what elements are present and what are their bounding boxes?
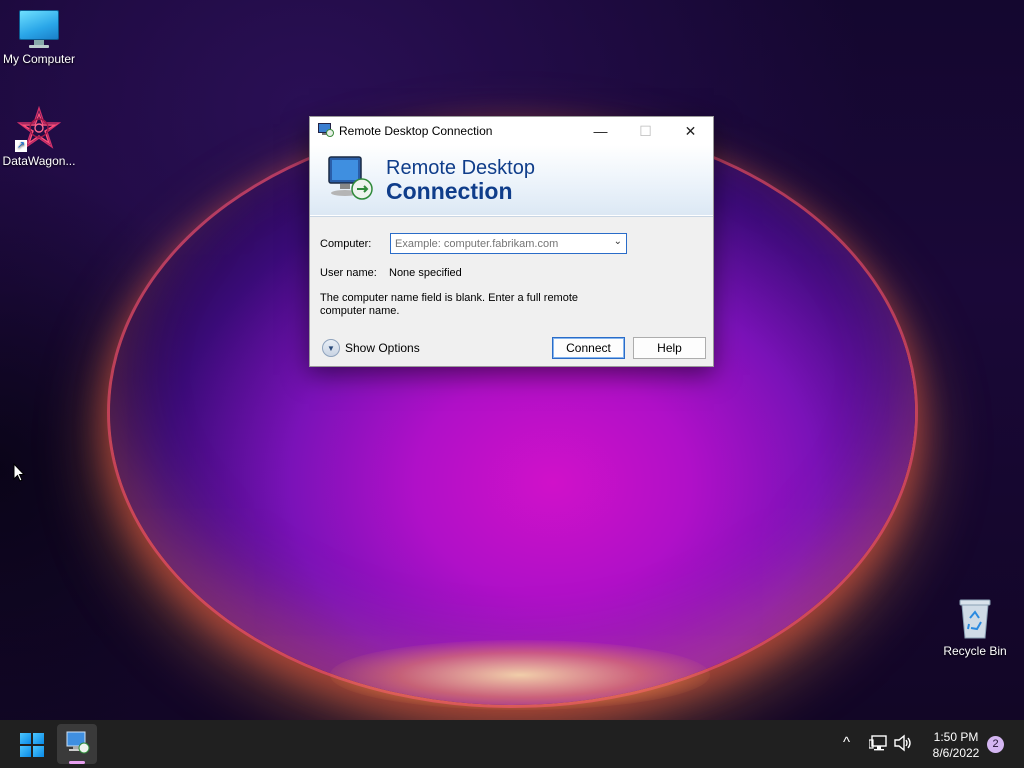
taskbar-app-remote-desktop[interactable] <box>57 724 97 764</box>
title-bar[interactable]: Remote Desktop Connection — ☐ ✕ <box>310 117 713 145</box>
clock-time: 1:50 PM <box>933 730 979 744</box>
recycle-bin-icon <box>957 598 993 640</box>
start-button[interactable] <box>20 733 44 757</box>
volume-icon[interactable] <box>893 734 913 756</box>
desktop-icon-datawagon[interactable]: ↗ DataWagon... <box>0 105 79 168</box>
computer-input[interactable] <box>393 235 607 252</box>
monitor-icon <box>19 10 59 48</box>
remote-desktop-icon <box>318 123 334 137</box>
banner-line-2: Connection <box>386 178 513 204</box>
computer-label: Computer: <box>320 238 372 250</box>
banner: Remote Desktop Connection <box>310 145 713 217</box>
remote-desktop-icon <box>66 731 90 754</box>
taskbar: ^ 1:50 PM 8/6/2022 2 <box>0 720 1024 768</box>
expand-options-icon[interactable]: ▼ <box>322 339 340 357</box>
notification-badge[interactable]: 2 <box>987 736 1004 753</box>
close-button[interactable]: ✕ <box>668 117 713 145</box>
minimize-button[interactable]: — <box>578 117 623 145</box>
desktop-icon-label: DataWagon... <box>2 154 76 168</box>
show-hidden-icons-button[interactable]: ^ <box>843 734 850 751</box>
connect-button[interactable]: Connect <box>552 337 625 359</box>
computer-combobox[interactable]: ⌄ <box>390 233 627 254</box>
desktop-icon-my-computer[interactable]: My Computer <box>0 10 79 66</box>
network-icon[interactable] <box>868 734 889 756</box>
chevron-down-icon[interactable]: ⌄ <box>614 236 622 247</box>
window-title: Remote Desktop Connection <box>339 124 493 138</box>
clock[interactable]: 1:50 PM 8/6/2022 <box>922 729 990 761</box>
banner-line-1: Remote Desktop <box>386 157 535 179</box>
mouse-cursor-icon <box>13 462 26 483</box>
clock-date: 8/6/2022 <box>932 746 980 760</box>
show-options-link[interactable]: Show Options <box>345 341 420 355</box>
desktop-icon-label: My Computer <box>2 52 76 66</box>
running-indicator <box>69 761 85 764</box>
datawagon-icon: ↗ <box>15 105 62 152</box>
remote-desktop-logo-icon <box>326 153 376 203</box>
desktop-icon-recycle-bin[interactable]: Recycle Bin <box>935 598 1015 658</box>
username-value: None specified <box>389 267 462 279</box>
desktop-icon-label: Recycle Bin <box>943 644 1007 658</box>
shortcut-arrow-icon: ↗ <box>15 140 27 152</box>
username-label: User name: <box>320 267 377 279</box>
maximize-button[interactable]: ☐ <box>623 117 668 145</box>
rdc-window[interactable]: Remote Desktop Connection — ☐ ✕ Remote D… <box>309 116 714 367</box>
validation-message: The computer name field is blank. Enter … <box>320 292 579 317</box>
help-button[interactable]: Help <box>633 337 706 359</box>
